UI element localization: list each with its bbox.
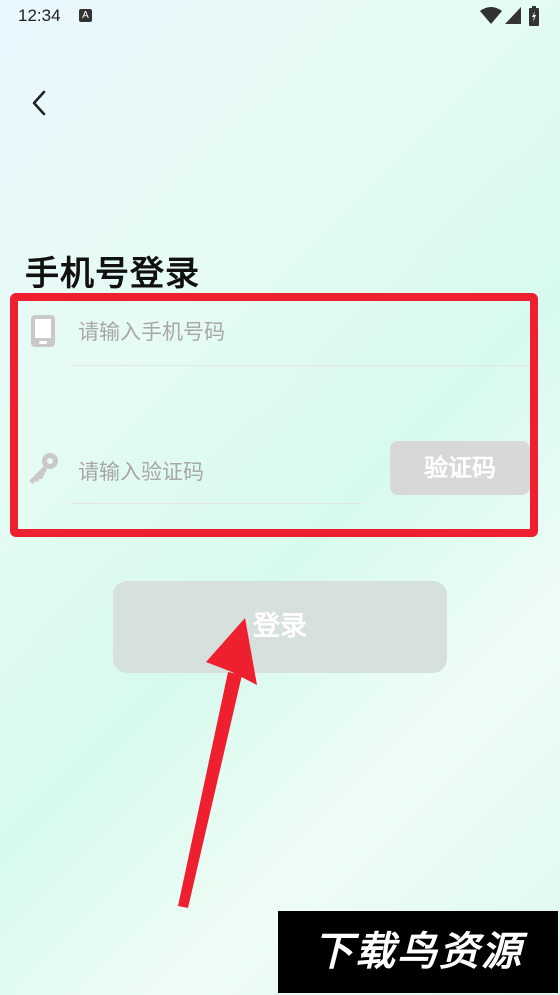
wifi-icon [480,7,502,24]
notification-icon: A [79,9,92,22]
status-icons [480,6,542,26]
highlight-box [10,293,538,537]
watermark-logo: 下载鸟资源 [278,911,558,993]
battery-icon [529,6,539,26]
page-title: 手机号登录 [25,254,200,294]
status-bar: 12:34 A [0,0,560,32]
back-arrow-icon [32,90,46,116]
annotation-arrow-icon [178,618,257,908]
back-button[interactable] [26,86,56,120]
status-time: 12:34 [18,6,61,25]
signal-icon [505,7,521,24]
